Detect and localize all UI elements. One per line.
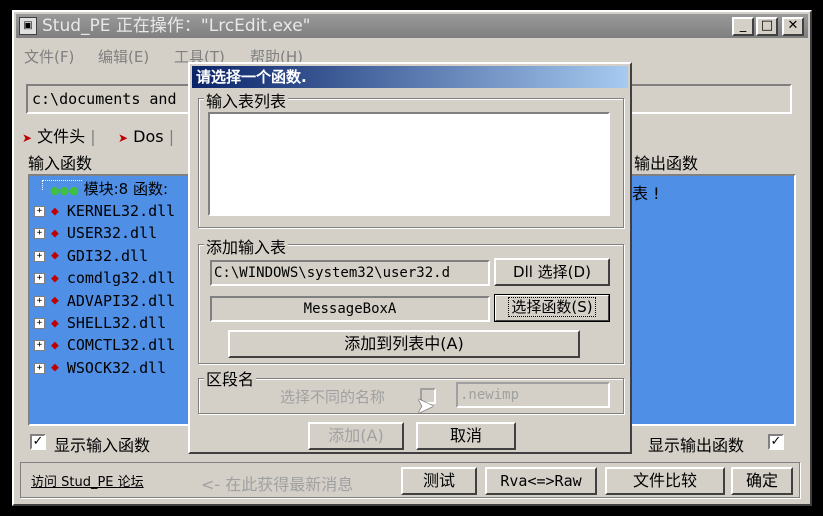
exports-panel[interactable]: 表 ! xyxy=(626,174,796,426)
dll-select-button[interactable]: Dll 选择(D) xyxy=(494,258,610,286)
module-icon: ◆ xyxy=(51,203,59,219)
expand-icon[interactable]: + xyxy=(34,250,45,262)
show-imports-label: 显示输入函数 xyxy=(54,436,151,455)
select-function-dialog: 请选择一个函数. 输入表列表 添加输入表 C:\WINDOWS\system32… xyxy=(188,62,632,454)
expand-icon[interactable]: + xyxy=(34,228,45,240)
import-list-label: 输入表列表 xyxy=(204,88,289,112)
forum-link[interactable]: 访问 Stud_PE 论坛 xyxy=(31,471,144,490)
module-row[interactable]: + ◆ USER32.dll xyxy=(34,222,157,244)
add-to-list-button[interactable]: 添加到列表中(A) xyxy=(228,330,580,358)
news-text: <- 在此获得最新消息 xyxy=(201,475,354,494)
bottom-bar: 访问 Stud_PE 论坛 <- 在此获得最新消息 测试 Rva<=>Raw 文… xyxy=(20,462,800,498)
module-icon: ◆ xyxy=(51,248,59,264)
tab-icon: ➤ xyxy=(118,131,129,145)
cancel-button[interactable]: 取消 xyxy=(416,422,516,450)
select-function-label: 选择函数(S) xyxy=(508,297,596,317)
module-icon: ◆ xyxy=(51,270,59,286)
expand-icon[interactable]: + xyxy=(34,318,45,329)
module-name: USER32.dll xyxy=(66,224,158,243)
module-icon: ◆ xyxy=(51,293,59,309)
expand-icon[interactable]: + xyxy=(34,273,45,285)
function-name-field[interactable]: MessageBoxA xyxy=(210,296,490,322)
dll-path-field[interactable]: C:\WINDOWS\system32\user32.d xyxy=(210,260,490,286)
mouse-cursor-icon: ➤ xyxy=(416,394,435,419)
module-name: SHELL32.dll xyxy=(66,314,167,332)
module-name: KERNEL32.dll xyxy=(66,202,176,220)
rva-raw-button[interactable]: Rva<=>Raw xyxy=(485,467,597,495)
minimize-button[interactable]: _ xyxy=(732,17,754,36)
module-row[interactable]: + ◆ comdlg32.dll xyxy=(34,267,175,289)
module-icon: ◆ xyxy=(51,337,59,353)
module-name: WSOCK32.dll xyxy=(66,358,167,377)
show-exports-label: 显示输出函数 xyxy=(648,436,745,455)
module-name: comdlg32.dll xyxy=(66,269,176,288)
expand-icon[interactable]: + xyxy=(34,340,45,352)
module-row[interactable]: + ◆ WSOCK32.dll xyxy=(34,357,166,379)
module-row[interactable]: + ◆ SHELL32.dll xyxy=(34,312,166,334)
different-name-label: 选择不同的名称 xyxy=(280,388,386,406)
expand-icon[interactable]: + xyxy=(34,362,45,374)
add-button[interactable]: 添加(A) xyxy=(308,422,404,450)
module-row[interactable]: + ◆ GDI32.dll xyxy=(34,245,148,267)
module-row[interactable]: + ◆ ADVAPI32.dll xyxy=(34,290,175,312)
menu-file[interactable]: 文件(F) xyxy=(24,46,74,67)
tree-root[interactable]: ●●● 模块:8 函数: xyxy=(50,178,168,200)
module-name: GDI32.dll xyxy=(66,246,149,265)
select-function-button[interactable]: 选择函数(S) xyxy=(494,294,610,322)
tab-dos[interactable]: ➤ Dos | xyxy=(118,126,174,150)
section-name-label: 区段名 xyxy=(204,366,257,390)
module-name: COMCTL32.dll xyxy=(66,336,176,355)
import-list-box[interactable] xyxy=(208,112,610,216)
tab-icon: ➤ xyxy=(22,131,33,145)
maximize-button[interactable]: □ xyxy=(756,17,778,36)
close-button[interactable]: ✕ xyxy=(782,17,804,36)
window-title: Stud_PE 正在操作："LrcEdit.exe" xyxy=(42,16,311,36)
module-summary: 模块:8 函数: xyxy=(83,180,168,198)
imports-label: 输入函数 xyxy=(28,154,93,173)
test-button[interactable]: 测试 xyxy=(401,467,477,495)
module-tree-icon: ●●● xyxy=(50,184,79,197)
module-name: ADVAPI32.dll xyxy=(66,291,176,310)
dialog-title: 请选择一个函数. xyxy=(196,68,307,86)
module-icon: ◆ xyxy=(51,360,59,376)
dialog-title-bar: 请选择一个函数. xyxy=(192,66,628,88)
app-icon: ▣ xyxy=(19,17,37,35)
imports-tree[interactable]: ●●● 模块:8 函数: + ◆ KERNEL32.dll + ◆ USER32.dll +… xyxy=(28,174,192,426)
module-row[interactable]: + ◆ COMCTL32.dll xyxy=(34,334,175,356)
module-row[interactable]: + ◆ KERNEL32.dll xyxy=(34,200,175,222)
exports-text: 表 ! xyxy=(632,184,660,203)
show-imports-checkbox[interactable]: ✓ xyxy=(30,434,46,450)
tab-label: Dos xyxy=(133,127,164,146)
ok-button[interactable]: 确定 xyxy=(731,467,793,495)
tab-file-header[interactable]: ➤ 文件头 | xyxy=(22,126,96,150)
title-bar: ▣ Stud_PE 正在操作："LrcEdit.exe" _ □ ✕ xyxy=(16,14,808,38)
show-exports-checkbox[interactable]: ✓ xyxy=(768,434,784,450)
module-icon: ◆ xyxy=(51,225,59,241)
expand-icon[interactable]: + xyxy=(34,295,45,307)
file-compare-button[interactable]: 文件比较 xyxy=(605,467,725,495)
module-icon: ◆ xyxy=(51,315,59,331)
add-import-label: 添加输入表 xyxy=(204,234,289,258)
tab-label: 文件头 xyxy=(37,127,86,146)
expand-icon[interactable]: + xyxy=(34,206,45,217)
menu-edit[interactable]: 编辑(E) xyxy=(98,46,149,67)
exports-label: 输出函数 xyxy=(634,154,699,173)
section-name-field[interactable]: .newimp xyxy=(456,382,610,408)
